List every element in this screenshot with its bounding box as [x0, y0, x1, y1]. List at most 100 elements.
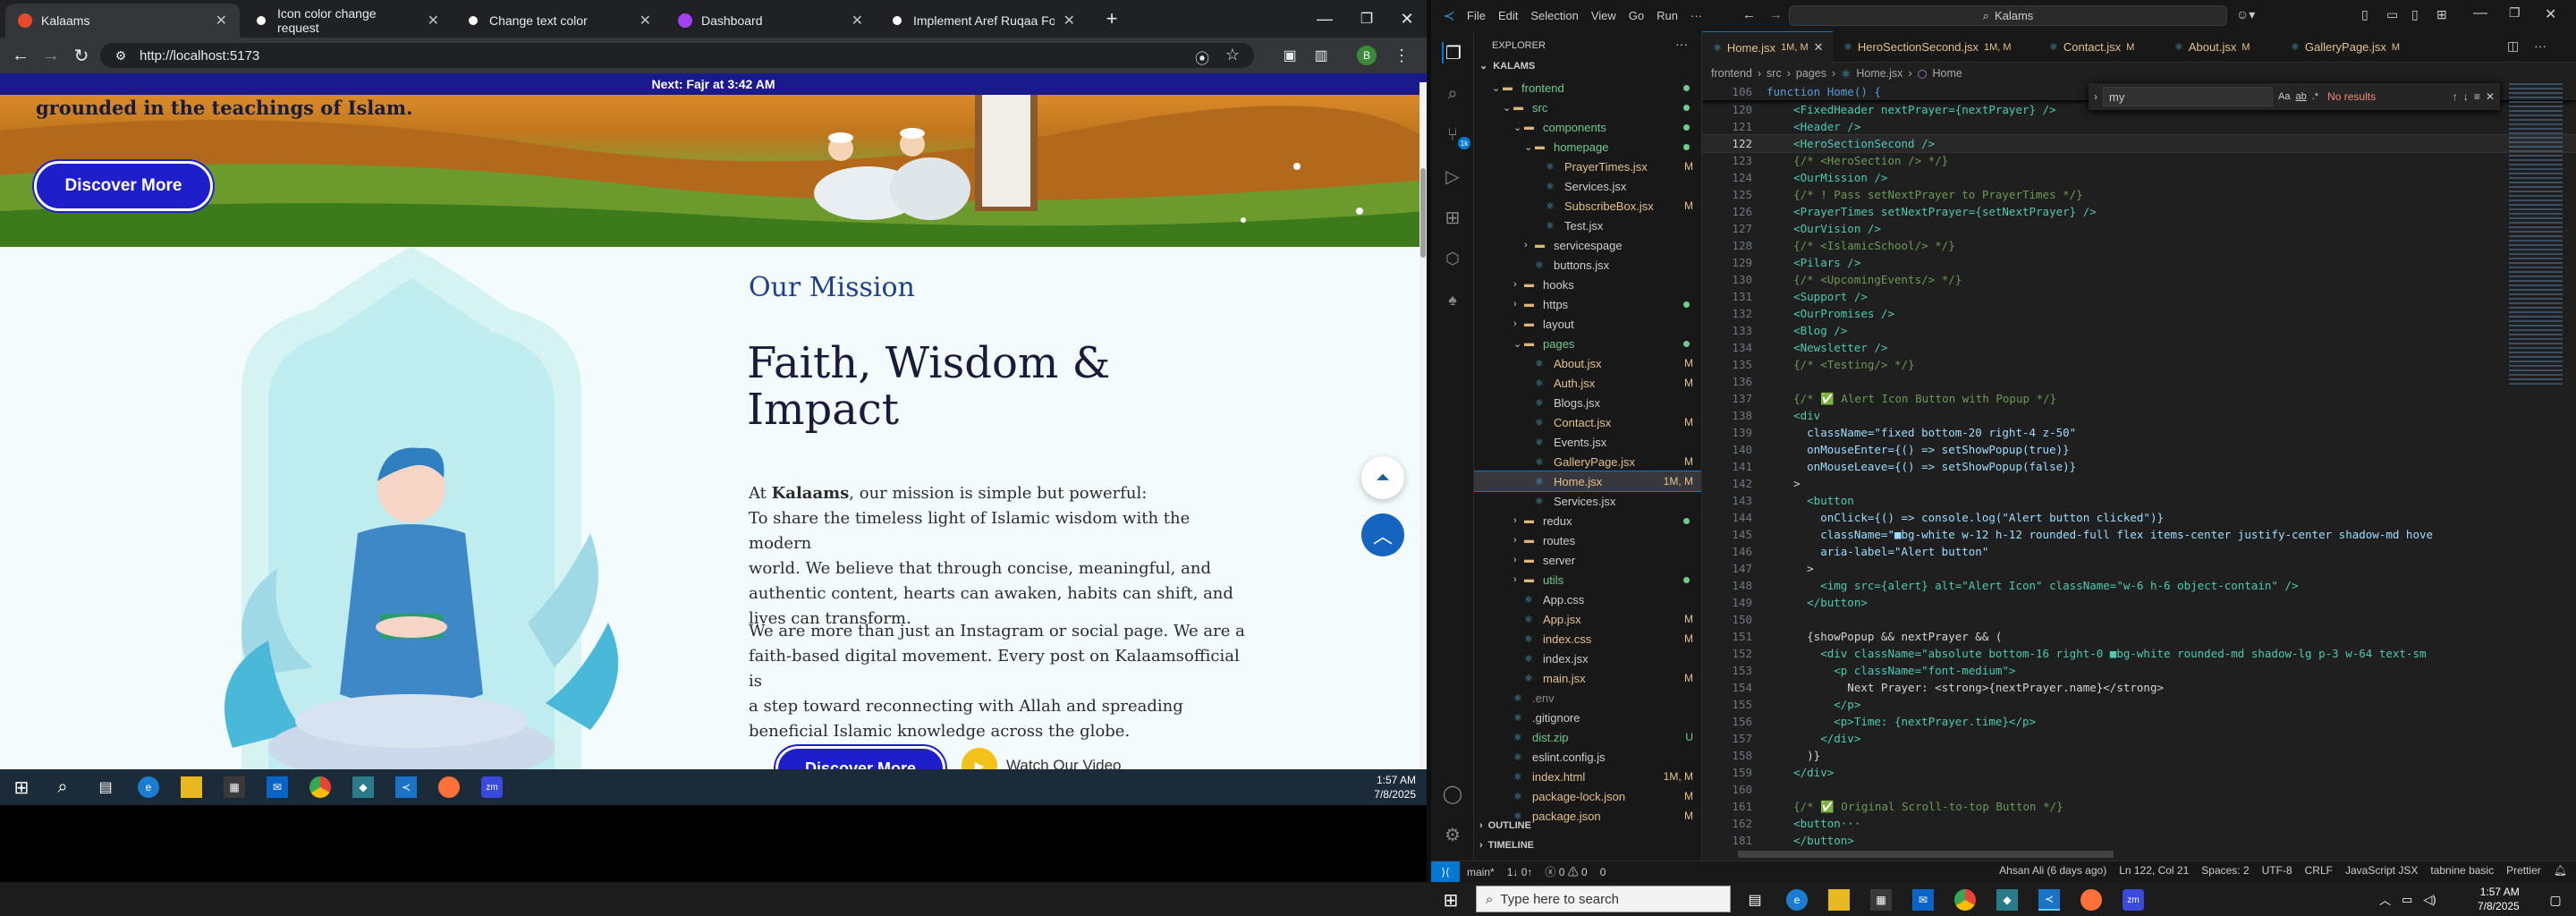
code-line[interactable]: 124 <OurMission /> — [1702, 169, 2576, 186]
code-line[interactable]: 158 )} — [1702, 747, 2576, 764]
tab-kalaams[interactable]: Kalaams ✕ — [5, 4, 240, 38]
code-line[interactable]: 157 </div> — [1702, 730, 2576, 747]
menu-kebab-icon[interactable]: ⋮ — [1391, 45, 1412, 66]
find-input[interactable]: my — [2103, 87, 2273, 106]
code-line[interactable]: 161 {/* ✅ Original Scroll-to-top Button … — [1702, 798, 2576, 815]
back-icon[interactable]: ← — [9, 44, 32, 67]
profile-avatar[interactable]: B — [1357, 46, 1377, 65]
code-line[interactable]: 134 <Newsletter /> — [1702, 339, 2576, 356]
play-icon[interactable]: ▶ — [962, 748, 997, 769]
settings-gear-icon[interactable]: ⚙ — [1442, 824, 1463, 845]
code-line[interactable]: 149 </button> — [1702, 594, 2576, 611]
chevron-up-icon[interactable]: ︿ — [2379, 891, 2391, 908]
code-line[interactable]: 181 </button> — [1702, 832, 2576, 849]
code-line[interactable]: 152 <div className="absolute bottom-16 r… — [1702, 645, 2576, 662]
menu-selection[interactable]: Selection — [1530, 9, 1578, 22]
tree-item[interactable]: ⚛ Services.jsx — [1474, 176, 1701, 196]
watch-video-link[interactable]: Watch Our Video — [1006, 757, 1122, 769]
close-icon[interactable]: ✕ — [428, 12, 439, 30]
tree-item[interactable]: ⚛ Events.jsx — [1474, 432, 1701, 452]
vscode-icon[interactable]: ≺ — [2038, 889, 2060, 911]
menu-go[interactable]: Go — [1629, 9, 1644, 22]
tree-item[interactable]: › ▬ utils — [1474, 570, 1701, 589]
tree-item[interactable]: ⌄ ▬ frontend — [1474, 78, 1701, 98]
extension-icon[interactable]: ▣ — [1279, 45, 1301, 66]
account-icon[interactable]: ◯ — [1442, 783, 1463, 804]
store-icon[interactable]: ▦ — [1870, 889, 1892, 911]
app-icon[interactable]: ◆ — [352, 776, 374, 798]
discover-more-button[interactable]: Discover More — [34, 161, 213, 211]
more-actions-icon[interactable]: ··· — [2534, 38, 2546, 53]
code-line[interactable]: 123 {/* <HeroSection /> */} — [1702, 152, 2576, 169]
tree-item[interactable]: ⚛ buttons.jsx — [1474, 255, 1701, 275]
firefox-icon[interactable] — [2080, 889, 2102, 911]
explorer-icon[interactable]: ❐ — [1442, 42, 1463, 64]
code-line[interactable]: 146 aria-label="Alert button" — [1702, 543, 2576, 560]
code-line[interactable]: 142 > — [1702, 475, 2576, 492]
store-icon[interactable]: ▦ — [224, 776, 245, 798]
nav-back-icon[interactable]: ← — [1742, 7, 1756, 22]
code-line[interactable]: 144 onClick={() => console.log("Alert bu… — [1702, 509, 2576, 526]
tab-dashboard[interactable]: Dashboard ✕ — [665, 4, 876, 38]
tree-item[interactable]: ⚛ About.jsx M — [1474, 353, 1701, 373]
ports-count[interactable]: 0 — [1600, 866, 1606, 878]
editor-tab-contact[interactable]: ⚛ Contact.jsx M — [2038, 31, 2164, 63]
menu-edit[interactable]: Edit — [1498, 9, 1518, 22]
code-line[interactable]: 121 <Header /> — [1702, 118, 2576, 135]
outline-section[interactable]: › OUTLINE — [1479, 820, 1531, 831]
layout-secondary-icon[interactable]: ▯ — [2411, 7, 2419, 22]
vscode-icon[interactable]: ≺ — [395, 776, 417, 798]
code-line[interactable]: 162 <button··· — [1702, 815, 2576, 832]
code-line[interactable]: 128 {/* <IslamicSchool/> */} — [1702, 237, 2576, 254]
task-view-icon[interactable]: ▤ — [1744, 889, 1766, 911]
windows-start-icon[interactable]: ⊞ — [1440, 889, 1462, 911]
edge-icon[interactable]: e — [1786, 889, 1808, 911]
git-blame[interactable]: Ahsan Ali (6 days ago) — [1999, 864, 2106, 877]
close-window-icon[interactable]: ✕ — [1395, 7, 1419, 30]
code-line[interactable]: 125 {/* ! Pass setNextPrayer to PrayerTi… — [1702, 186, 2576, 203]
tree-item[interactable]: ⚛ Home.jsx 1M, M — [1474, 471, 1701, 492]
copilot-icon[interactable]: ☺▾ — [2236, 7, 2255, 22]
code-line[interactable]: 139 className="fixed bottom-20 right-4 z… — [1702, 424, 2576, 441]
breadcrumb-item[interactable]: Home — [1933, 67, 1962, 80]
menu-view[interactable]: View — [1591, 9, 1616, 22]
forward-icon[interactable]: → — [39, 44, 63, 67]
tree-item[interactable]: ⚛ eslint.config.js — [1474, 747, 1701, 767]
minimap[interactable] — [2509, 83, 2563, 387]
code-line[interactable]: 132 <OurPromises /> — [1702, 305, 2576, 322]
tree-item[interactable]: ⚛ SubscribeBox.jsx M — [1474, 196, 1701, 216]
indentation[interactable]: Spaces: 2 — [2201, 864, 2249, 877]
code-line[interactable]: 145 className="■bg-white w-12 h-12 round… — [1702, 526, 2576, 543]
tree-item[interactable]: › ▬ routes — [1474, 530, 1701, 550]
tree-item[interactable]: ⌄ ▬ homepage — [1474, 137, 1701, 157]
maximize-icon[interactable]: ❐ — [1355, 7, 1378, 30]
code-line[interactable]: 160 — [1702, 781, 2576, 798]
tree-item[interactable]: ⚛ main.jsx M — [1474, 668, 1701, 688]
mail-icon[interactable]: ✉ — [1912, 889, 1934, 911]
code-line[interactable]: 141 onMouseLeave={() => setShowPopup(fal… — [1702, 458, 2576, 475]
tree-item[interactable]: ⚛ Services.jsx — [1474, 491, 1701, 511]
code-line[interactable]: 155 </p> — [1702, 696, 2576, 713]
windows-start-icon[interactable]: ⊞ — [11, 776, 32, 798]
alert-icon[interactable]: ⏶ — [1361, 456, 1404, 499]
extensions-icon[interactable]: ⊞ — [1442, 207, 1463, 228]
next-match-icon[interactable]: ↓ — [2463, 90, 2469, 103]
tree-item[interactable]: ⚛ dist.zip U — [1474, 727, 1701, 747]
tree-item[interactable]: › ▬ server — [1474, 550, 1701, 570]
tree-item[interactable]: ⚛ App.css — [1474, 589, 1701, 609]
close-icon[interactable]: ✕ — [640, 12, 651, 30]
tree-item[interactable]: ⌄ ▬ components — [1474, 117, 1701, 137]
mongodb-icon[interactable]: ♠ — [1442, 289, 1463, 310]
breadcrumb-item[interactable]: src — [1767, 67, 1782, 80]
horizontal-scrollbar[interactable] — [1738, 851, 2114, 858]
cursor-position[interactable]: Ln 122, Col 21 — [2119, 864, 2189, 877]
zoom-icon[interactable]: zm — [481, 776, 503, 798]
tree-item[interactable]: › ▬ layout — [1474, 314, 1701, 334]
code-line[interactable]: 137 {/* ✅ Alert Icon Button with Popup *… — [1702, 390, 2576, 407]
close-icon[interactable]: ✕ — [216, 12, 227, 30]
code-lines[interactable]: 120 <FixedHeader nextPrayer={nextPrayer}… — [1702, 101, 2576, 852]
more-actions-icon[interactable]: ··· — [1675, 37, 1688, 51]
volume-icon[interactable]: ◁) — [2423, 893, 2436, 907]
code-line[interactable]: 135 {/* <Testing/> */} — [1702, 356, 2576, 373]
remote-indicator-icon[interactable]: ⟩⟨ — [1431, 861, 1460, 882]
